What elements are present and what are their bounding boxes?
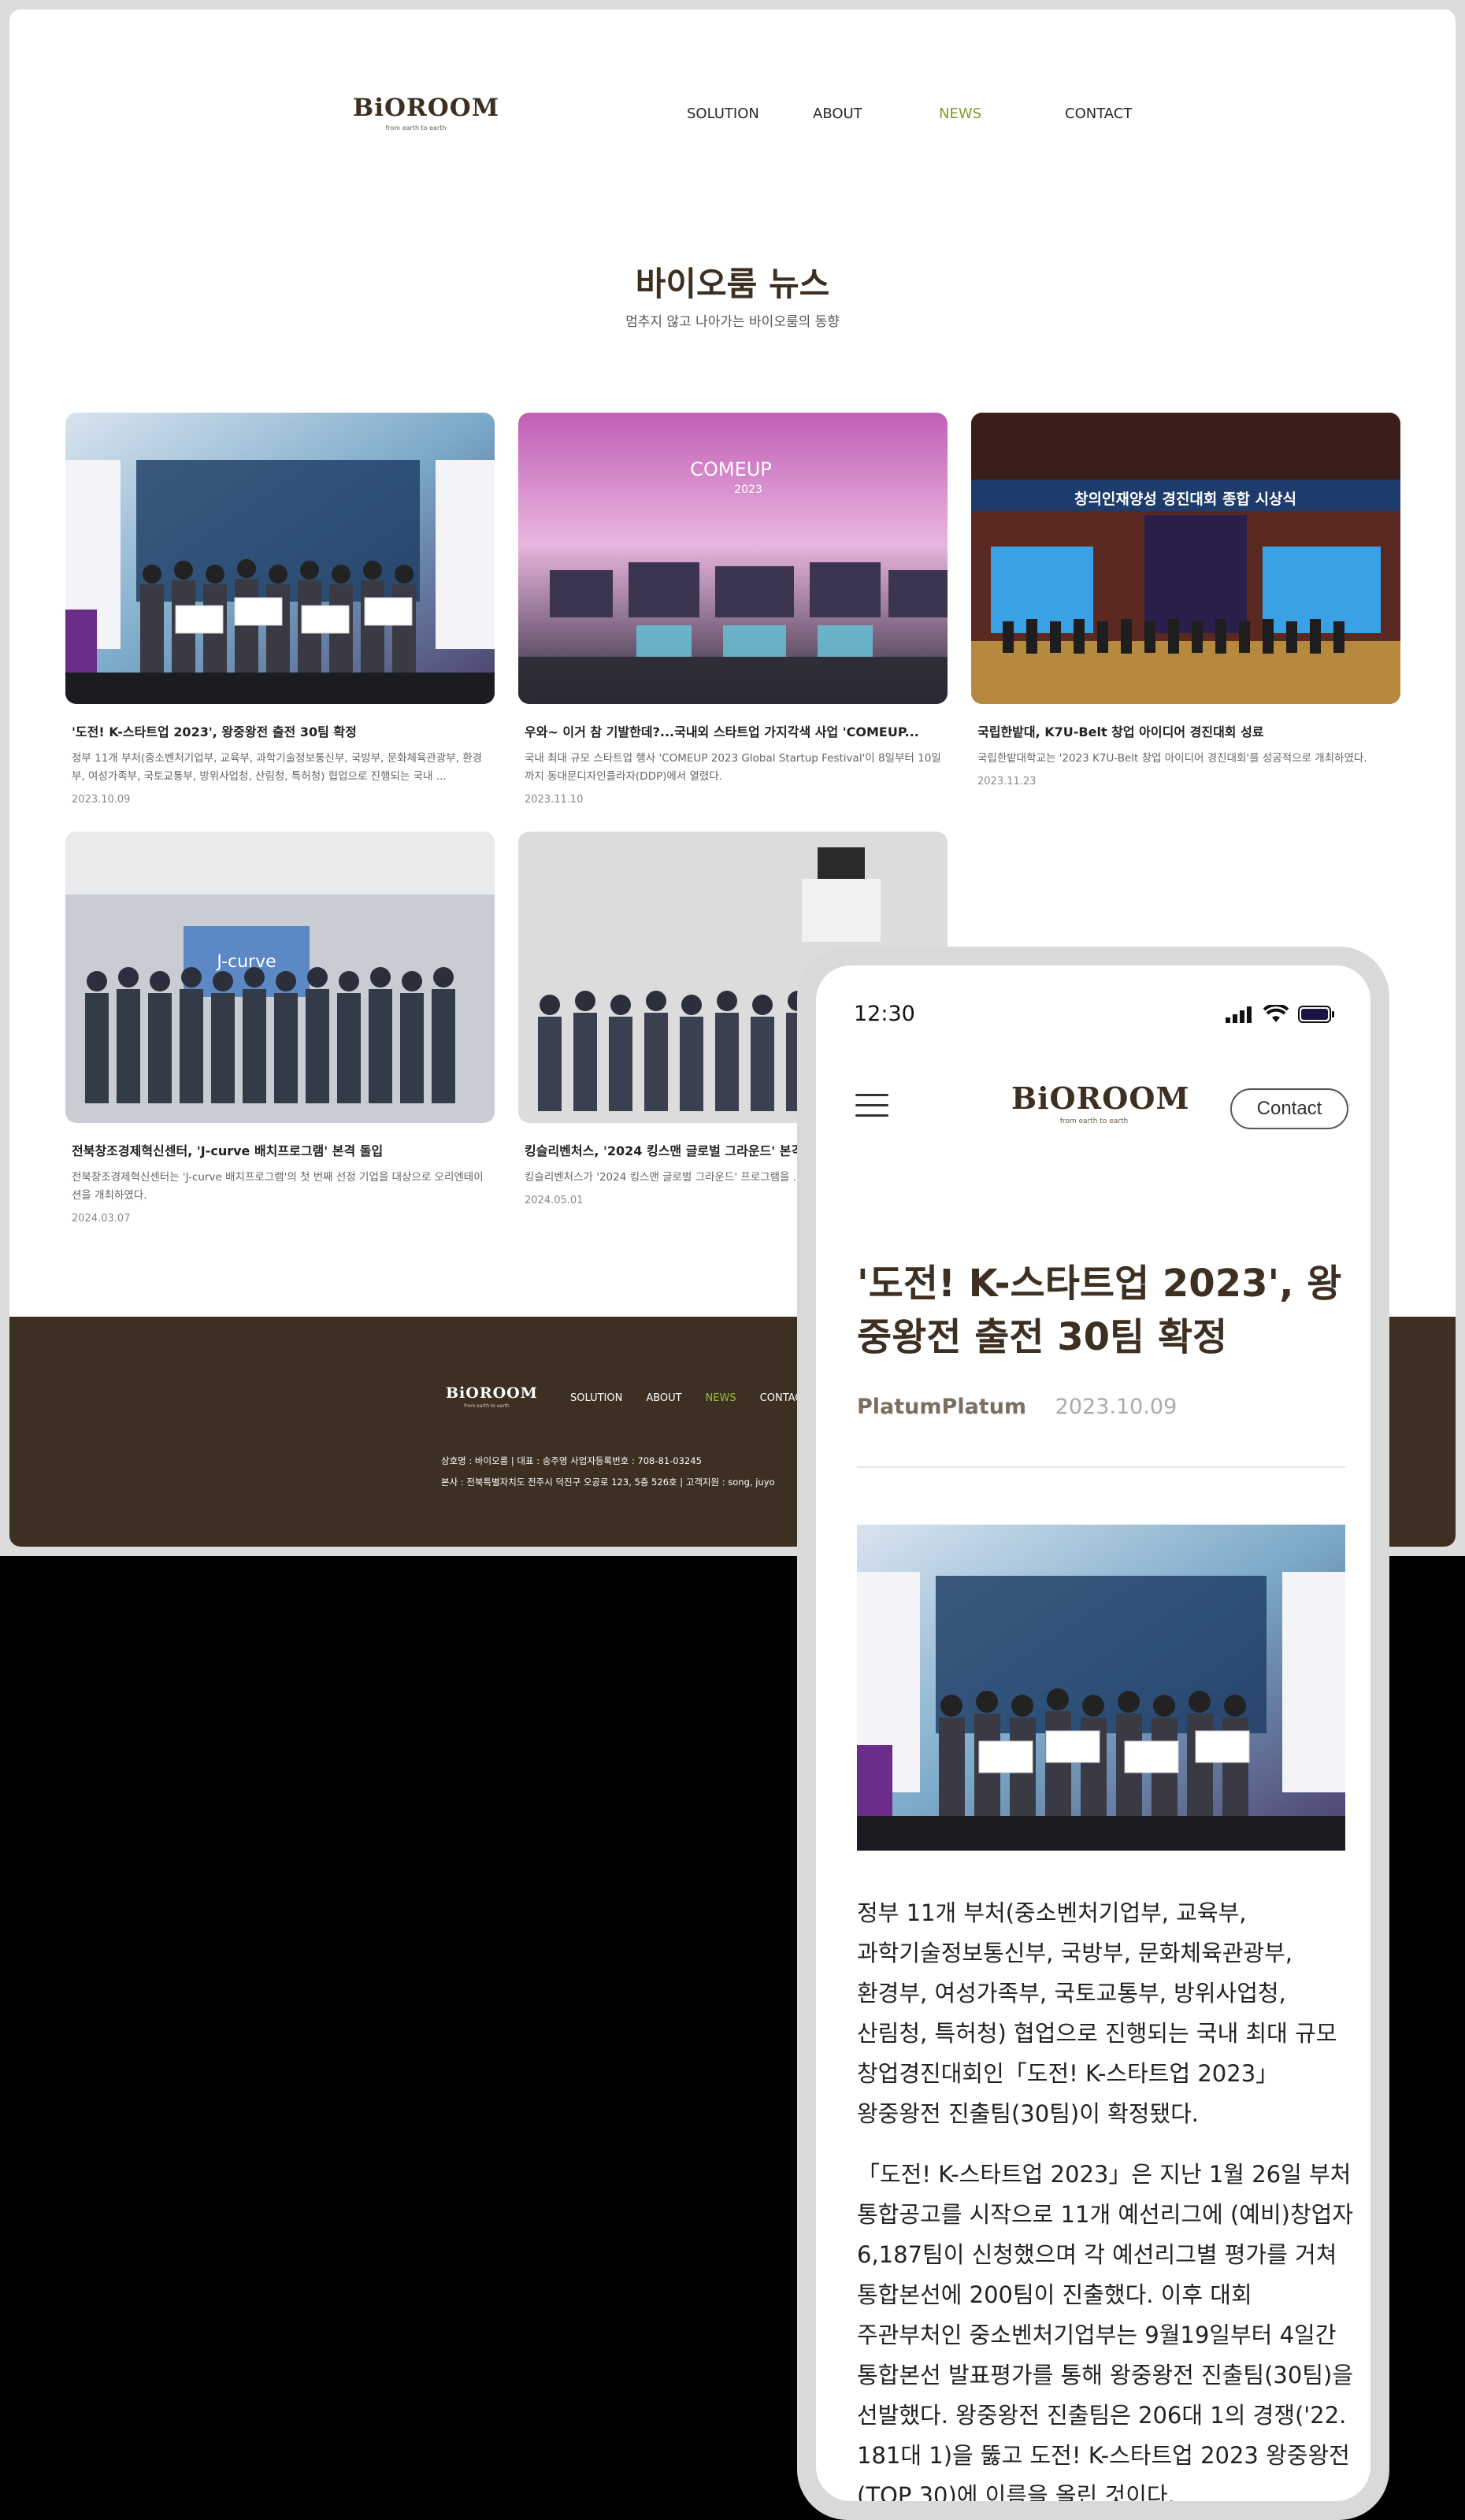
nav-item-contact[interactable]: CONTACT bbox=[1065, 106, 1191, 122]
news-card[interactable]: J-curve 전북창조경제혁신센터, 'J-curve 배치프로그램' 본격 … bbox=[65, 832, 495, 1225]
footer-link-solution[interactable]: SOLUTION bbox=[570, 1392, 622, 1404]
news-title[interactable]: 우와~ 이거 참 기발한데?...국내외 스타트업 가지각색 사업 'COMEU… bbox=[525, 721, 941, 740]
footer-logo[interactable]: BiOROOM from earth to earth bbox=[446, 1384, 538, 1410]
news-photo-award bbox=[65, 413, 495, 704]
footer-link-news[interactable]: NEWS bbox=[706, 1392, 736, 1404]
news-title[interactable]: '도전! K-스타트업 2023', 왕중왕전 출전 30팀 확정 bbox=[72, 721, 488, 740]
mobile-tagline: from earth to earth bbox=[1059, 1117, 1129, 1125]
article-meta: PlatumPlatum 2023.10.09 bbox=[857, 1395, 1177, 1419]
footer-link-about[interactable]: ABOUT bbox=[646, 1392, 681, 1404]
news-summary: 국립한밭대학교는 '2023 K7U-Belt 창업 아이디어 경진대회'를 성… bbox=[977, 752, 1367, 765]
article-photo bbox=[857, 1525, 1345, 1851]
comeup-sign: COMEUP bbox=[690, 458, 772, 480]
news-photo-jcurve: J-curve bbox=[65, 832, 495, 1123]
news-date: 2023.11.23 bbox=[977, 776, 1037, 788]
article-paragraph: 정부 11개 부처(중소벤처기업부, 교육부, 과학기술정보통신부, 국방부, … bbox=[857, 1899, 1337, 2127]
footer-wordmark: BiOROOM bbox=[446, 1384, 538, 1402]
menu-icon[interactable] bbox=[855, 1094, 888, 1119]
phone-screen: 12:30 BiOROOM from earth to earth Contac… bbox=[816, 965, 1370, 2501]
news-card[interactable]: 창의인재양성 경진대회 종합 시상식 국립한밭대, K7U-Belt 창업 아이… bbox=[971, 413, 1400, 788]
wifi-icon bbox=[1263, 1005, 1289, 1022]
footer-company-info: 상호명 : 바이오룸 | 대표 : 송주영 사업자등록번호 : 708-81-0… bbox=[441, 1451, 775, 1493]
news-photo-expo: COMEUP 2023 bbox=[518, 413, 948, 704]
article-title: '도전! K-스타트업 2023', 왕중왕전 출전 30팀 확정 bbox=[857, 1262, 1342, 1359]
brand-wordmark: BiOROOM bbox=[353, 94, 500, 122]
footer-tagline: from earth to earth bbox=[464, 1403, 510, 1409]
nav-links: SOLUTION ABOUT NEWS CONTACT bbox=[687, 106, 1191, 122]
status-time: 12:30 bbox=[854, 1002, 915, 1026]
phone-frame: 12:30 BiOROOM from earth to earth Contac… bbox=[797, 947, 1389, 2520]
news-summary: 전북창조경제혁신센터는 'J-curve 배치프로그램'의 첫 번째 선정 기업… bbox=[72, 1171, 484, 1202]
nav-item-solution[interactable]: SOLUTION bbox=[687, 106, 813, 122]
divider bbox=[857, 1466, 1345, 1468]
footer-nav: SOLUTION ABOUT NEWS CONTACT bbox=[570, 1392, 808, 1404]
nav-item-about[interactable]: ABOUT bbox=[813, 106, 939, 122]
news-title[interactable]: 전북창조경제혁신센터, 'J-curve 배치프로그램' 본격 돌입 bbox=[72, 1140, 488, 1159]
status-icons bbox=[1226, 1005, 1336, 1024]
article-source: PlatumPlatum bbox=[857, 1395, 1027, 1419]
article-date: 2023.10.09 bbox=[1055, 1395, 1178, 1419]
contact-button[interactable]: Contact bbox=[1230, 1088, 1348, 1129]
page-title: 바이오룸 뉴스 bbox=[635, 265, 830, 303]
mobile-wordmark: BiOROOM bbox=[1011, 1080, 1190, 1116]
footer-info-line: 상호명 : 바이오룸 | 대표 : 송주영 사업자등록번호 : 708-81-0… bbox=[441, 1455, 702, 1466]
signal-icon bbox=[1226, 1006, 1252, 1023]
nav-item-news[interactable]: NEWS bbox=[939, 106, 1065, 122]
mobile-header: BiOROOM from earth to earth Contact bbox=[816, 1044, 1370, 1129]
page-subtitle: 멈추지 않고 나아가는 바이오룸의 동향 bbox=[625, 314, 840, 330]
jcurve-screen: J-curve bbox=[215, 952, 276, 972]
news-summary: 정부 11개 부처(중소벤처기업부, 교육부, 과학기술정보통신부, 국방부, … bbox=[72, 752, 483, 783]
news-title[interactable]: 국립한밭대, K7U-Belt 창업 아이디어 경진대회 성료 bbox=[977, 721, 1394, 740]
footer-info-line: 본사 : 전북특별자치도 전주시 덕진구 오공로 123, 5층 526호 | … bbox=[441, 1477, 775, 1488]
top-nav: BiOROOM from earth to earth SOLUTION ABO… bbox=[9, 9, 1456, 206]
status-bar: 12:30 bbox=[816, 965, 1370, 1026]
news-date: 2023.11.10 bbox=[525, 794, 584, 806]
battery-icon bbox=[1298, 1006, 1334, 1023]
news-date: 2024.03.07 bbox=[72, 1213, 131, 1225]
news-card[interactable]: COMEUP 2023 우와~ 이거 참 기발한데?...국내외 스타트업 가지… bbox=[518, 413, 948, 806]
brand-logo[interactable]: BiOROOM from earth to earth bbox=[353, 94, 500, 132]
news-summary: 국내 최대 규모 스타트업 행사 'COMEUP 2023 Global Sta… bbox=[525, 752, 941, 783]
comeup-year: 2023 bbox=[734, 484, 762, 496]
news-date: 2023.10.09 bbox=[72, 794, 131, 806]
mobile-logo[interactable]: BiOROOM from earth to earth bbox=[1011, 1080, 1190, 1126]
ceremony-banner: 창의인재양성 경진대회 종합 시상식 bbox=[1074, 491, 1296, 508]
brand-tagline: from earth to earth bbox=[385, 124, 447, 132]
article-paragraph: 「도전! K-스타트업 2023」은 지난 1월 26일 부처 통합공고를 시작… bbox=[857, 2161, 1354, 2501]
news-card[interactable]: '도전! K-스타트업 2023', 왕중왕전 출전 30팀 확정 정부 11개… bbox=[65, 413, 495, 806]
news-photo-ceremony: 창의인재양성 경진대회 종합 시상식 bbox=[971, 413, 1400, 704]
